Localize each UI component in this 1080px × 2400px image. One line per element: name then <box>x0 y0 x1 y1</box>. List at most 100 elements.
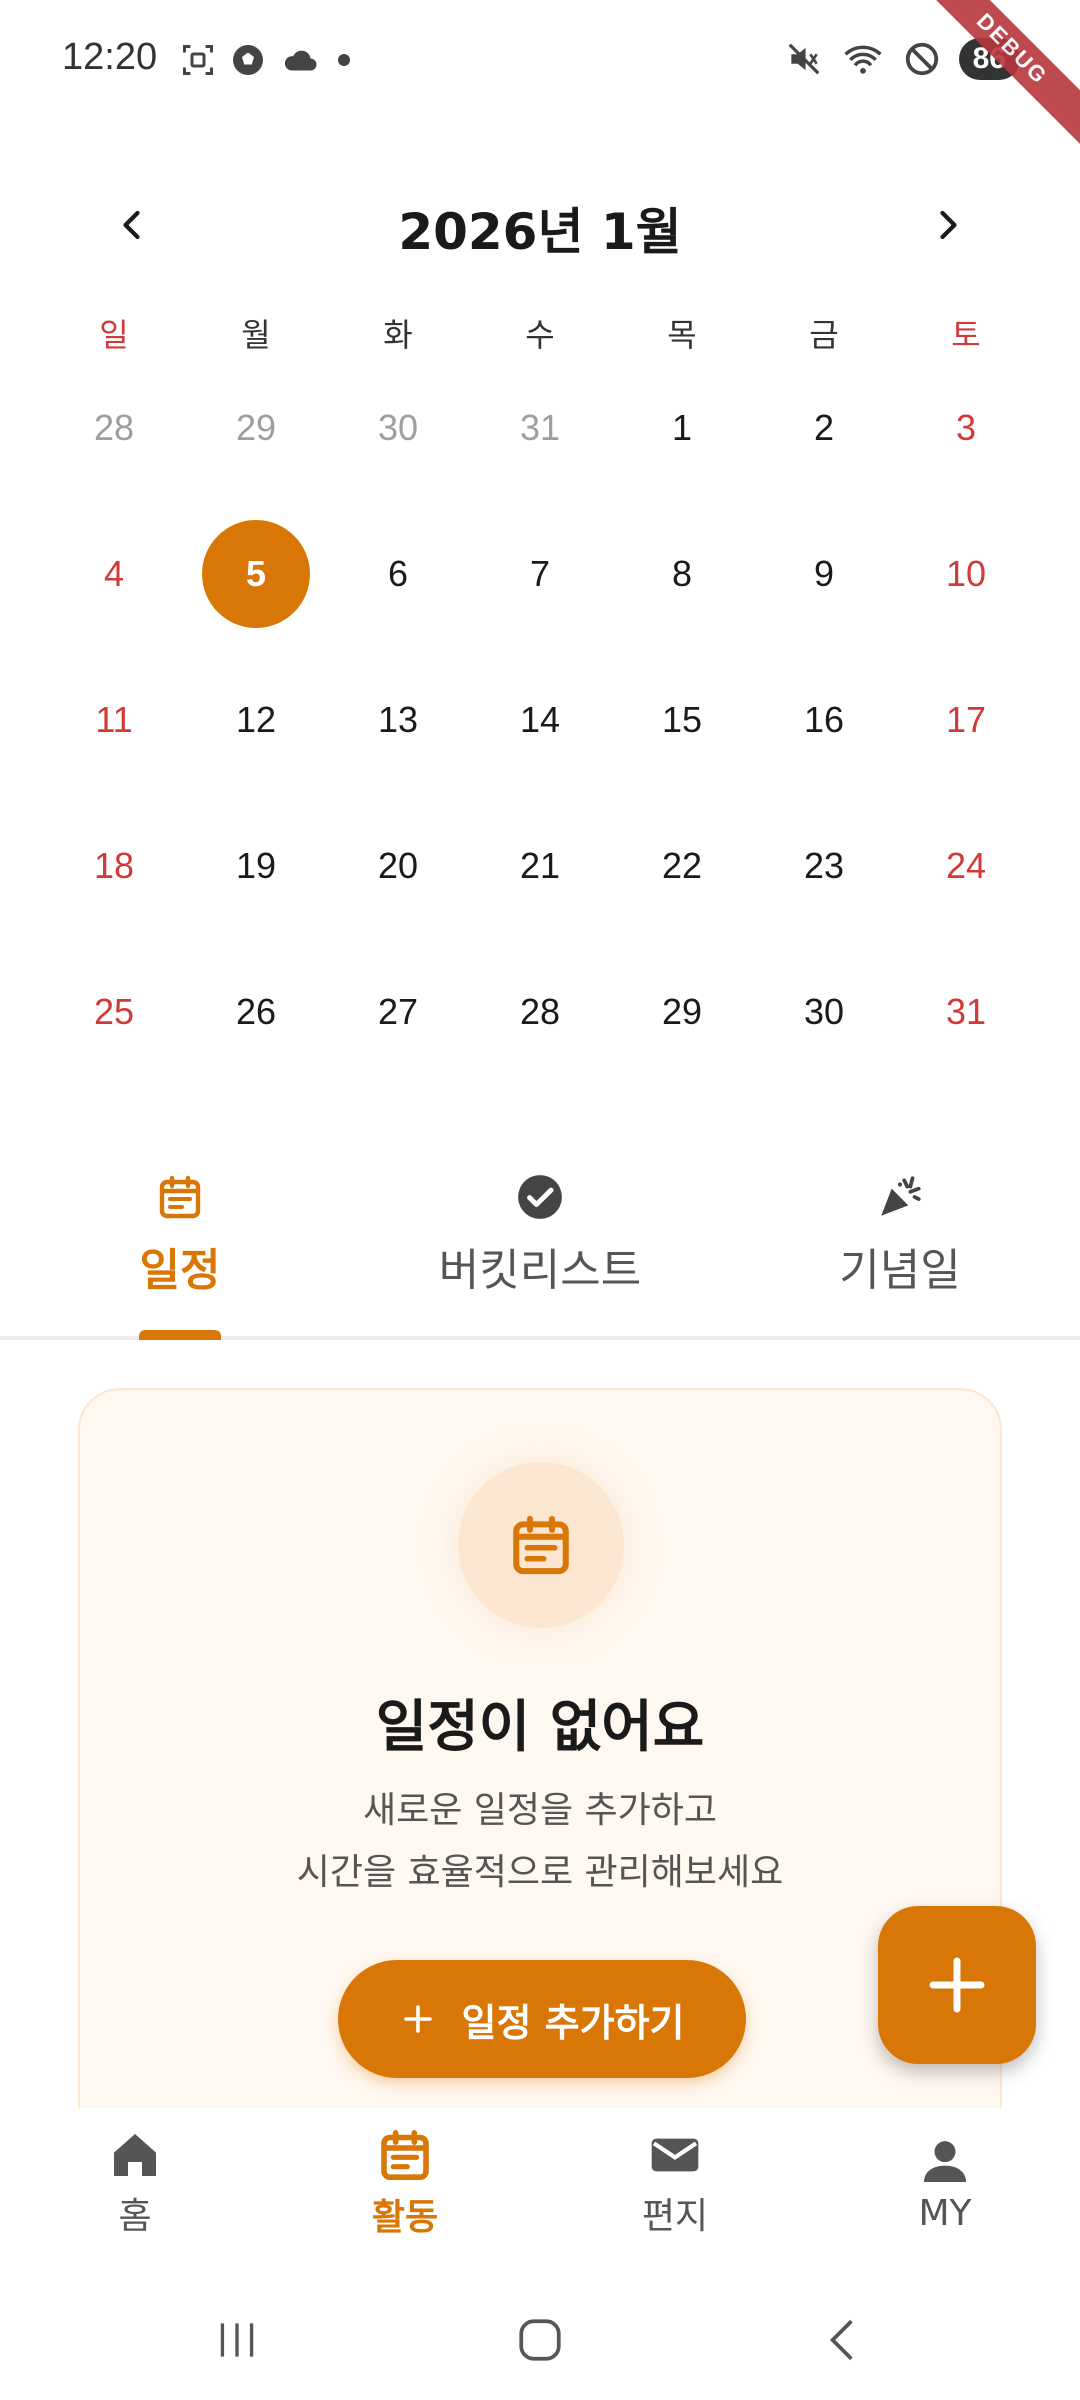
screenshot-icon <box>183 45 213 75</box>
calendar-icon <box>159 1175 201 1219</box>
calendar-day[interactable]: 20 <box>327 806 469 926</box>
calendar-day[interactable]: 18 <box>43 806 185 926</box>
calendar-day[interactable]: 14 <box>469 660 611 780</box>
calendar-day[interactable]: 30 <box>753 952 895 1072</box>
calendar-day[interactable]: 29 <box>611 952 753 1072</box>
soccer-ball-icon <box>233 45 263 75</box>
nav-label: 홈 <box>118 2196 152 2237</box>
calendar-day[interactable]: 22 <box>611 806 753 926</box>
calendar-day[interactable]: 8 <box>611 514 753 634</box>
calendar-day[interactable]: 25 <box>43 952 185 1072</box>
nav-label: MY <box>918 2192 972 2234</box>
calendar-day[interactable]: 17 <box>895 660 1037 780</box>
tab-bucket-list[interactable]: 버킷리스트 <box>360 1160 720 1336</box>
person-icon <box>924 2140 966 2182</box>
empty-icon-circle <box>458 1462 624 1628</box>
nav-label: 편지 <box>641 2196 709 2237</box>
add-schedule-label: 일정 추가하기 <box>461 2000 685 2045</box>
plus-icon <box>929 1957 985 2013</box>
tab-label: 버킷리스트 <box>438 1245 642 1296</box>
calendar-day[interactable]: 26 <box>185 952 327 1072</box>
weekday-tue: 화 <box>383 316 413 354</box>
check-circle-icon <box>518 1175 562 1219</box>
calendar-day[interactable]: 2 <box>753 368 895 488</box>
cloud-icon <box>284 50 317 71</box>
empty-schedule-card: 일정이 없어요 새로운 일정을 추가하고 시간을 효율적으로 관리해보세요 일정… <box>78 1388 1002 2108</box>
calendar-day[interactable]: 11 <box>43 660 185 780</box>
nav-letter[interactable]: 편지 <box>540 2108 810 2258</box>
chevron-right-icon <box>940 210 957 240</box>
calendar-day[interactable]: 7 <box>469 514 611 634</box>
calendar-day[interactable]: 30 <box>327 368 469 488</box>
mute-icon <box>788 43 819 75</box>
calendar-day[interactable]: 21 <box>469 806 611 926</box>
home-system-button[interactable] <box>505 2310 575 2370</box>
calendar-day[interactable]: 28 <box>43 368 185 488</box>
calendar-header: 2026년 1월 <box>0 180 1080 270</box>
calendar-day[interactable]: 31 <box>895 952 1037 1072</box>
bottom-navigation: 홈 활동 편지 MY <box>0 2108 1080 2258</box>
nav-my[interactable]: MY <box>810 2108 1080 2258</box>
tab-anniversary[interactable]: 기념일 <box>720 1160 1080 1336</box>
nav-activity[interactable]: 활동 <box>270 2108 540 2258</box>
calendar-day[interactable]: 12 <box>185 660 327 780</box>
weekday-wed: 수 <box>525 316 555 354</box>
calendar-day[interactable]: 24 <box>895 806 1037 926</box>
status-bar: 12:20 86 DEBUG <box>0 0 1080 155</box>
back-chevron-icon <box>829 2319 853 2361</box>
calendar-day[interactable]: 1 <box>611 368 753 488</box>
calendar-day[interactable]: 13 <box>327 660 469 780</box>
weekday-fri: 금 <box>809 316 839 354</box>
weekday-sat: 토 <box>951 316 981 354</box>
back-system-button[interactable] <box>808 2310 878 2370</box>
calendar-day[interactable]: 23 <box>753 806 895 926</box>
calendar-day[interactable]: 28 <box>469 952 611 1072</box>
calendar-day[interactable]: 31 <box>469 368 611 488</box>
status-time: 12:20 <box>62 36 158 78</box>
calendar-day[interactable]: 4 <box>43 514 185 634</box>
next-month-button[interactable] <box>912 190 982 260</box>
plus-icon <box>403 2005 432 2033</box>
calendar-days-grid: 28 29 30 31 1 2 3 4 5 6 7 8 9 10 11 12 13 14 15 16 17 18 19 20 2… <box>0 368 1080 1098</box>
nav-home[interactable]: 홈 <box>0 2108 270 2258</box>
calendar-day[interactable]: 27 <box>327 952 469 1072</box>
active-tab-indicator <box>139 1330 221 1340</box>
nav-label: 활동 <box>371 2197 439 2238</box>
calendar-day[interactable]: 15 <box>611 660 753 780</box>
calendar-day[interactable]: 9 <box>753 514 895 634</box>
home-square-icon <box>519 2319 561 2361</box>
wifi-icon <box>844 45 882 74</box>
tab-label: 일정 <box>139 1245 221 1296</box>
mail-icon <box>651 2138 699 2172</box>
empty-description-line: 시간을 효율적으로 관리해보세요 <box>296 1852 784 1893</box>
status-left-icons <box>180 42 354 78</box>
empty-description: 새로운 일정을 추가하고 시간을 효율적으로 관리해보세요 <box>80 1780 1000 1904</box>
calendar-icon <box>381 2130 429 2180</box>
dot-icon <box>338 54 350 66</box>
calendar-day[interactable]: 19 <box>185 806 327 926</box>
selected-day-indicator: 5 <box>202 520 310 628</box>
home-icon <box>114 2134 156 2176</box>
recent-apps-button[interactable] <box>202 2310 272 2370</box>
add-fab-button[interactable] <box>878 1906 1036 2064</box>
empty-description-line: 새로운 일정을 추가하고 <box>362 1790 718 1831</box>
calendar-day[interactable]: 3 <box>895 368 1037 488</box>
empty-title: 일정이 없어요 <box>375 1695 705 1760</box>
calendar-day[interactable]: 6 <box>327 514 469 634</box>
add-schedule-button[interactable]: 일정 추가하기 <box>338 1960 746 2078</box>
recent-apps-icon <box>220 2323 254 2357</box>
calendar-icon <box>513 1515 569 1575</box>
activity-tabs: 일정 버킷리스트 기념일 <box>0 1160 1080 1340</box>
calendar-day[interactable]: 29 <box>185 368 327 488</box>
system-navigation-bar <box>0 2270 1080 2400</box>
weekday-header: 일 월 화 수 목 금 토 <box>0 310 1080 356</box>
calendar-day[interactable]: 5 <box>185 514 327 634</box>
tab-schedule[interactable]: 일정 <box>0 1160 360 1340</box>
weekday-thu: 목 <box>667 316 697 354</box>
weekday-sun: 일 <box>99 316 129 354</box>
weekday-mon: 월 <box>241 316 271 354</box>
tab-label: 기념일 <box>839 1245 961 1296</box>
do-not-disturb-icon <box>905 42 938 76</box>
calendar-day[interactable]: 10 <box>895 514 1037 634</box>
calendar-day[interactable]: 16 <box>753 660 895 780</box>
